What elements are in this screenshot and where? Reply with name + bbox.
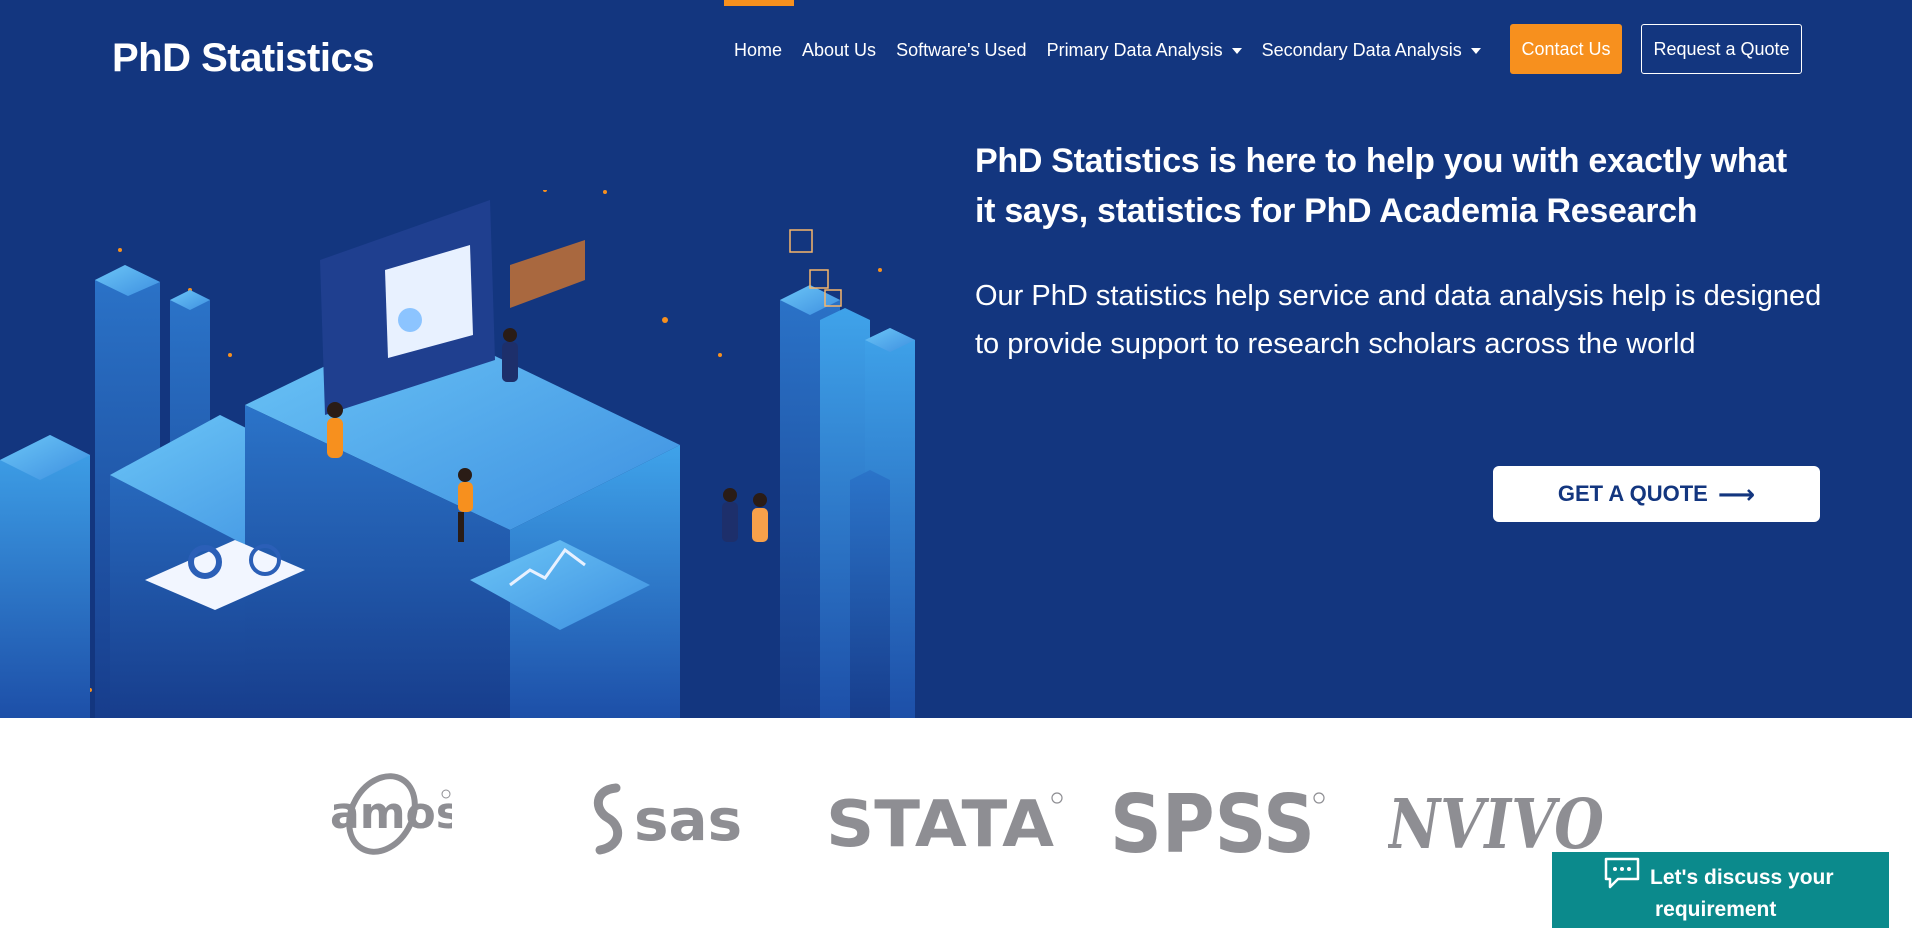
svg-text:NVIVO: NVIVO [1388,785,1604,860]
svg-text:STATA: STATA [826,788,1054,854]
request-quote-button[interactable]: Request a Quote [1641,24,1802,74]
chat-label-line1: Let's discuss your [1650,866,1834,889]
hero-illustration [0,190,915,718]
nav-item-home[interactable]: Home [724,40,792,61]
chevron-down-icon [1470,48,1481,54]
hero-section: PhD Statistics Home About Us Software's … [0,0,1912,718]
chat-label-line2: requirement [1655,898,1777,921]
hero-headline: PhD Statistics is here to help you with … [975,142,1787,230]
chevron-down-icon [1231,48,1242,54]
sas-logo: sas [586,780,746,860]
nav-item-softwares-used[interactable]: Software's Used [886,40,1037,61]
active-nav-indicator [724,0,794,6]
svg-text:sas: sas [634,786,742,854]
site-logo[interactable]: PhD Statistics [112,36,374,81]
nav-item-secondary-data-analysis[interactable]: Secondary Data Analysis [1252,40,1491,61]
nav-item-about-us[interactable]: About Us [792,40,886,61]
svg-text:SPSS: SPSS [1110,780,1315,862]
amos-logo: amos [322,770,462,856]
chat-bubble-icon [1604,857,1640,889]
contact-us-button[interactable]: Contact Us [1510,24,1622,74]
stata-logo: STATA [826,784,1066,862]
spss-logo: SPSS [1110,778,1326,871]
nav-item-primary-data-analysis[interactable]: Primary Data Analysis [1037,40,1252,61]
nvivo-logo: NVIVO [1386,784,1608,865]
main-nav: Home About Us Software's Used Primary Da… [724,24,1491,76]
arrow-right-icon: ⟶ [1717,479,1756,509]
chat-widget[interactable]: Let's discuss your requirement [1552,852,1889,928]
hero-subtext: Our PhD statistics help service and data… [975,280,1822,360]
get-a-quote-button[interactable]: GET A QUOTE ⟶ [1493,466,1820,522]
svg-text:amos: amos [330,788,452,839]
